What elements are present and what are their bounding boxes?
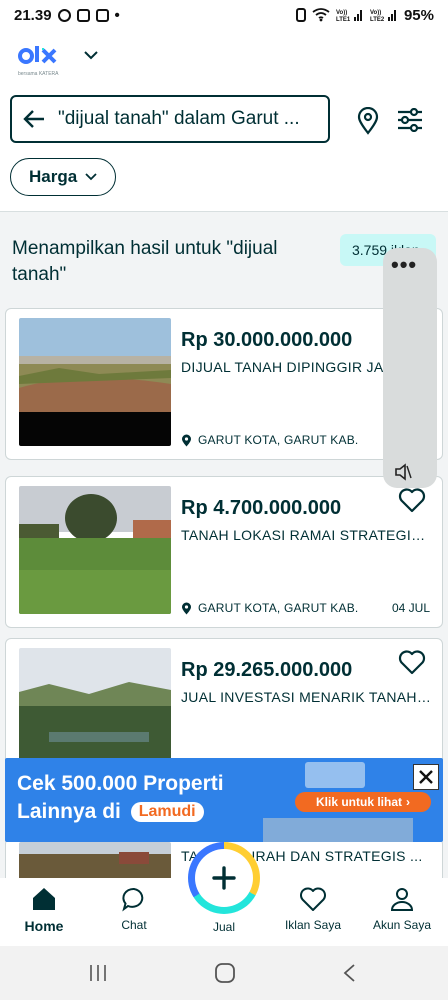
listing-title: TANAH LOKASI RAMAI STRATEGIS... — [181, 527, 431, 543]
ad-headline-line2-text: Lainnya di — [17, 800, 121, 823]
chat-icon — [122, 888, 144, 912]
ad-banner[interactable]: Cek 500.000 Properti Lainnya di Lamudi K… — [5, 758, 443, 842]
nav-home-label: Home — [24, 918, 64, 934]
ad-headline-line1: Cek 500.000 Properti — [17, 772, 224, 795]
listing-image[interactable] — [19, 486, 171, 614]
floating-media-panel[interactable]: ••• — [383, 248, 437, 488]
heart-icon — [300, 887, 326, 911]
arrow-left-icon[interactable] — [22, 108, 46, 130]
ad-brand-logo: Lamudi — [130, 802, 204, 823]
back-icon[interactable] — [342, 963, 356, 983]
sell-button-inner — [195, 849, 253, 907]
ad-house-image — [305, 762, 365, 788]
svg-text:Vo)): Vo)) — [370, 10, 381, 16]
ad-cta-button[interactable]: Klik untuk lihat › — [295, 792, 431, 812]
top-bar: bersama KATERA "dijual tanah" dalam Garu… — [0, 30, 448, 212]
nav-sell-label: Jual — [212, 920, 235, 934]
results-heading: Menampilkan hasil untuk "dijual tanah" — [12, 238, 278, 285]
svg-text:LTE1: LTE1 — [336, 17, 351, 22]
nav-home[interactable]: Home — [4, 886, 84, 934]
nav-my-ads[interactable]: Iklan Saya — [273, 886, 353, 932]
signal-2-icon: Vo))LTE2 — [370, 10, 396, 22]
sell-button[interactable] — [188, 842, 260, 914]
listing-card[interactable]: Rp 4.700.000.000 TANAH LOKASI RAMAI STRA… — [5, 476, 443, 628]
instagram-icon — [76, 8, 90, 22]
signal-1-icon: Vo))LTE1 — [336, 10, 362, 22]
nav-chat[interactable]: Chat — [94, 886, 174, 932]
battery-level: 95% — [403, 6, 434, 24]
olx-logo[interactable]: bersama KATERA — [18, 44, 78, 84]
listing-date: 04 JUL — [391, 601, 430, 615]
listing-price: Rp 4.700.000.000 — [181, 497, 342, 519]
svg-text:Vo)): Vo)) — [336, 10, 347, 16]
wifi-icon — [312, 8, 330, 22]
chevron-down-icon — [85, 173, 97, 181]
heart-icon[interactable] — [398, 487, 426, 513]
ad-headline-line2: Lainnya di Lamudi — [17, 800, 204, 824]
more-options-icon[interactable]: ••• — [391, 252, 417, 278]
listing-location: GARUT KOTA, GARUT KAB. — [181, 433, 358, 447]
listing-price: Rp 30.000.000.000 — [181, 329, 353, 351]
map-pin-icon — [182, 434, 191, 446]
battery-saver-icon — [295, 8, 306, 22]
listing-location-text: GARUT KOTA, GARUT KAB. — [198, 601, 359, 615]
chevron-right-icon: › — [406, 795, 410, 809]
olx-logo-mark — [18, 46, 57, 64]
home-icon — [33, 888, 55, 910]
close-icon — [419, 770, 433, 784]
listing-card[interactable]: Rp 30.000.000.000 DIJUAL TANAH DIPINGGIR… — [5, 308, 443, 460]
listing-title: JUAL INVESTASI MENARIK TANAH ... — [181, 689, 431, 705]
map-pin-icon[interactable] — [356, 107, 380, 135]
listing-location-text: GARUT KOTA, GARUT KAB. — [198, 433, 359, 447]
listing-image[interactable] — [19, 318, 171, 446]
plus-icon — [212, 866, 236, 890]
status-time: 21.39 — [14, 6, 52, 24]
status-bar: 21.39 • Vo)) LTE1 Vo)) LTE2 95% — [0, 0, 448, 30]
logo-subtext: bersama KATERA — [18, 71, 59, 77]
recent-apps-icon[interactable] — [88, 964, 108, 982]
speaker-mute-icon[interactable] — [393, 462, 413, 482]
search-bar[interactable]: "dijual tanah" dalam Garut ... — [10, 95, 330, 143]
nav-account[interactable]: Akun Saya — [362, 886, 442, 932]
price-filter-chip[interactable]: Harga — [10, 158, 116, 196]
chevron-down-icon[interactable] — [80, 44, 102, 66]
sliders-icon[interactable] — [397, 108, 423, 132]
system-navigation-bar — [0, 946, 448, 1000]
nav-my-ads-label: Iklan Saya — [284, 918, 342, 932]
user-icon — [390, 888, 414, 911]
close-ad-button[interactable] — [413, 764, 439, 790]
listing-location: GARUT KOTA, GARUT KAB. — [181, 601, 358, 615]
listing-image[interactable] — [19, 842, 171, 882]
nav-chat-label: Chat — [121, 918, 147, 932]
ad-cta-label: Klik untuk lihat — [315, 795, 402, 809]
map-pin-icon — [182, 602, 191, 614]
app-notification-icon — [95, 8, 109, 22]
ad-house-image — [263, 818, 413, 842]
heart-icon[interactable] — [398, 649, 426, 675]
search-query[interactable]: "dijual tanah" dalam Garut ... — [58, 108, 300, 130]
listing-price: Rp 29.265.000.000 — [181, 659, 353, 681]
listing-image[interactable] — [19, 648, 171, 776]
nav-account-label: Akun Saya — [372, 918, 432, 932]
price-filter-label: Harga — [29, 167, 78, 186]
nav-sell[interactable]: Jual — [184, 920, 264, 934]
svg-text:LTE2: LTE2 — [370, 17, 385, 22]
more-notifications-dot-icon: • — [114, 6, 120, 24]
home-button-icon[interactable] — [214, 962, 236, 984]
notification-icon — [57, 8, 71, 22]
